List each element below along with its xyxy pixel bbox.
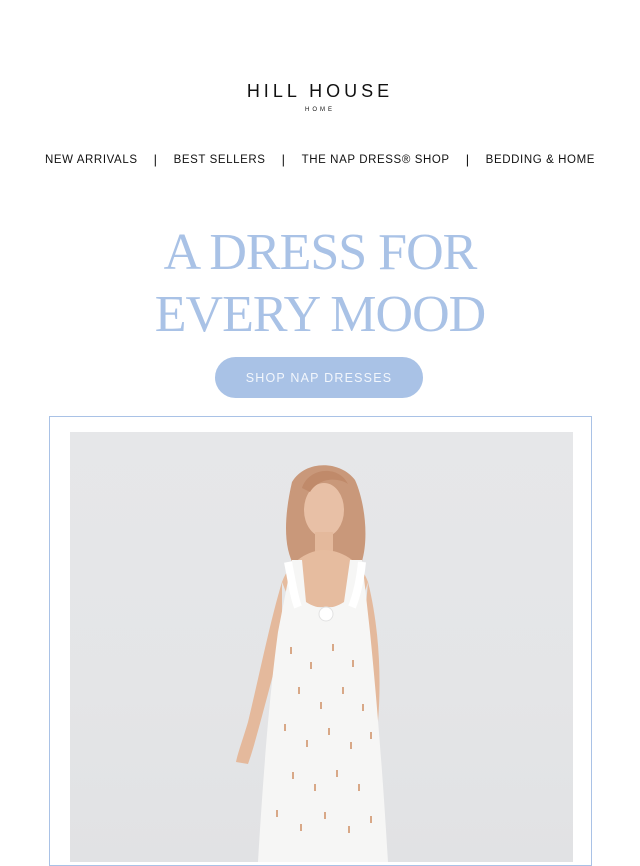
product-photo[interactable] [70, 432, 573, 862]
nav-nap-dress-shop[interactable]: THE NAP DRESS® SHOP [302, 154, 450, 166]
main-nav: NEW ARRIVALS | BEST SELLERS | THE NAP DR… [0, 152, 640, 167]
shop-nap-dresses-button[interactable]: SHOP NAP DRESSES [215, 357, 423, 398]
headline-line-2: EVERY MOOD [154, 286, 486, 343]
nav-new-arrivals[interactable]: NEW ARRIVALS [45, 154, 138, 166]
nav-bedding-home[interactable]: BEDDING & HOME [486, 154, 595, 166]
nav-separator: | [465, 152, 470, 167]
brand-logo[interactable]: HILL HOUSE HOME [0, 82, 640, 113]
brand-subtitle: HOME [305, 107, 335, 113]
nav-separator: | [153, 152, 158, 167]
hero-headline: A DRESS FOR EVERY MOOD [0, 222, 640, 346]
nav-separator: | [281, 152, 286, 167]
nav-best-sellers[interactable]: BEST SELLERS [174, 154, 266, 166]
model-illustration [236, 465, 388, 862]
headline-line-1: A DRESS FOR [163, 224, 478, 281]
brand-name: HILL HOUSE [246, 81, 394, 101]
